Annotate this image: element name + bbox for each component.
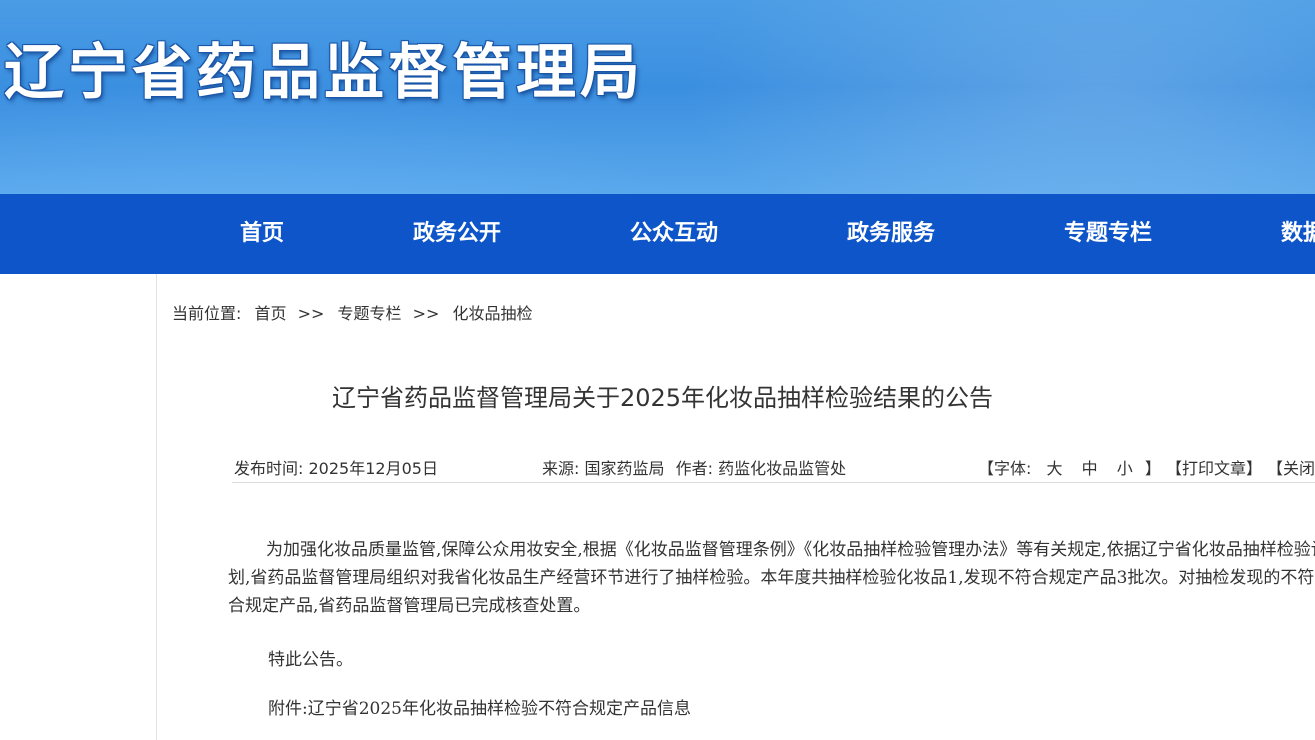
nav-item-data[interactable]: 数据 [1281,194,1315,274]
breadcrumb-topics-link[interactable]: 专题专栏 [338,304,402,323]
nav-item-public-interaction[interactable]: 公众互动 [630,194,718,274]
attachment-link[interactable]: 附件:辽宁省2025年化妆品抽样检验不符合规定产品信息 [268,694,691,719]
author-value: 药监化妆品监管处 [718,459,847,478]
source-label: 来源: [542,459,580,478]
publish-label: 发布时间: [234,459,304,478]
close-window-button[interactable]: 【关闭窗口】 [1267,459,1315,478]
article-tools: 【字体: 大 中 小 】 【打印文章】 【关闭窗口】 [978,455,1315,479]
meta-divider [232,482,1315,483]
breadcrumb-separator: >> [297,304,325,323]
content-left-border [156,274,157,740]
font-size-close-bracket: 】 [1144,459,1161,478]
site-banner: 辽宁省药品监督管理局 [0,0,1315,194]
article-title: 辽宁省药品监督管理局关于2025年化妆品抽样检验结果的公告 [331,384,994,412]
publish-date: 2025年12月05日 [308,459,438,478]
font-size-medium-button[interactable]: 中 [1082,459,1098,478]
publish-info: 发布时间: 2025年12月05日 [234,455,438,479]
main-nav: 首页 政务公开 公众互动 政务服务 专题专栏 数据 [0,194,1315,274]
breadcrumb-separator: >> [412,304,440,323]
site-title[interactable]: 辽宁省药品监督管理局 [4,36,644,110]
source-value: 国家药监局 [584,459,665,478]
breadcrumb-cosmetics-link[interactable]: 化妆品抽检 [453,304,533,323]
notice-text: 特此公告。 [268,650,353,670]
nav-item-special-topics[interactable]: 专题专栏 [1064,194,1152,274]
breadcrumb: 当前位置: 首页 >> 专题专栏 >> 化妆品抽检 [172,300,533,324]
font-size-label: 【字体: [978,459,1032,478]
article-paragraph: 为加强化妆品质量监管,保障公众用妆安全,根据《化妆品监督管理条例》《化妆品抽样检… [228,540,1315,616]
source-info: 来源: 国家药监局 作者: 药监化妆品监管处 [542,455,846,479]
nav-item-government-services[interactable]: 政务服务 [847,194,935,274]
banner-glow [650,0,1315,194]
breadcrumb-prefix: 当前位置: [172,304,242,323]
author-label: 作者: [675,459,714,478]
nav-item-government-affairs[interactable]: 政务公开 [413,194,501,274]
print-article-button[interactable]: 【打印文章】 [1166,459,1262,478]
nav-item-home[interactable]: 首页 [240,194,284,274]
breadcrumb-home-link[interactable]: 首页 [255,304,287,323]
article-body: 为加强化妆品质量监管,保障公众用妆安全,根据《化妆品监督管理条例》《化妆品抽样检… [228,536,1315,620]
font-size-large-button[interactable]: 大 [1047,459,1063,478]
font-size-small-button[interactable]: 小 [1117,459,1133,478]
